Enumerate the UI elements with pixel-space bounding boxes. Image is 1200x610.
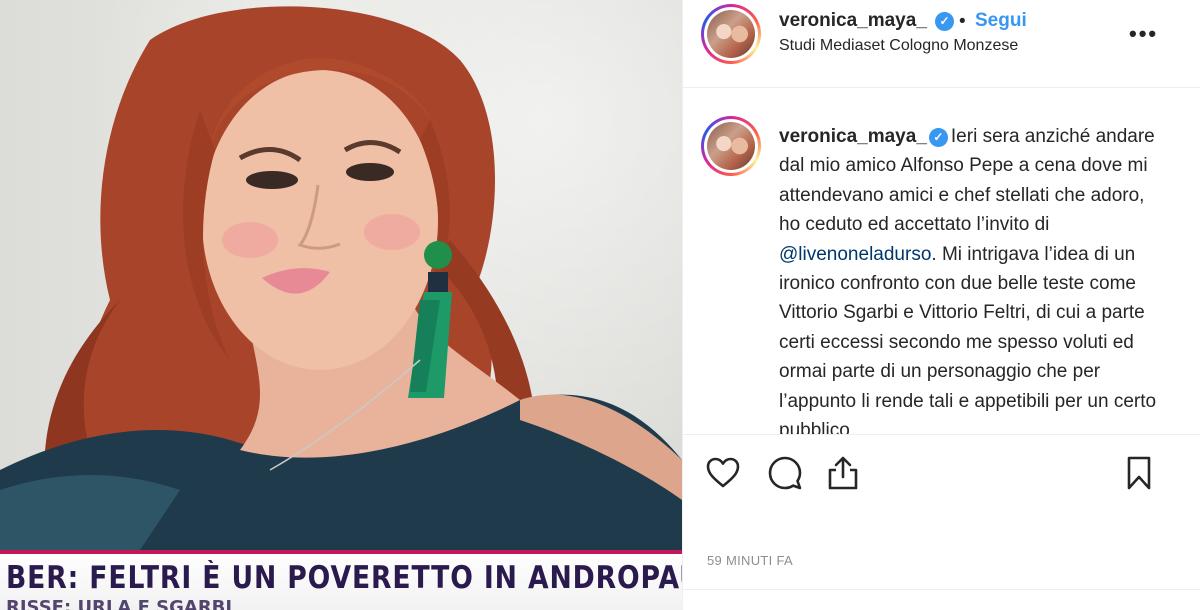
avatar-photo bbox=[707, 122, 755, 170]
tv-news-ticker: BER: FELTRI È UN POVERETTO IN ANDROPAUSA… bbox=[0, 550, 682, 610]
caption-username[interactable]: veronica_maya_ bbox=[779, 126, 927, 147]
follow-button[interactable]: Segui bbox=[975, 10, 1027, 32]
post-caption: veronica_maya_ ✓ Ieri sera anziché andare … bbox=[779, 122, 1163, 434]
post-header: veronica_maya_ ✓ Segui • Studi Mediaset … bbox=[683, 0, 1200, 88]
verified-badge-icon: ✓ bbox=[935, 12, 954, 31]
caption-section: veronica_maya_ ✓ Ieri sera anziché andare … bbox=[683, 88, 1200, 434]
verified-badge-icon: ✓ bbox=[928, 128, 948, 147]
share-icon[interactable] bbox=[825, 455, 861, 491]
caption-mention-link[interactable]: @livenoneladurso bbox=[779, 244, 931, 265]
comment-icon[interactable] bbox=[767, 455, 803, 491]
ticker-accent-bar bbox=[0, 550, 682, 554]
post-timestamp[interactable]: 59 MINUTI FA bbox=[707, 553, 793, 568]
caption-author-avatar[interactable] bbox=[701, 116, 761, 176]
bookmark-icon[interactable] bbox=[1121, 455, 1157, 491]
post-image[interactable]: BER: FELTRI È UN POVERETTO IN ANDROPAUSA… bbox=[0, 0, 682, 610]
more-options-icon[interactable]: ••• bbox=[1129, 23, 1159, 45]
post-actions-section: 59 MINUTI FA bbox=[683, 434, 1200, 610]
woman-portrait-illustration bbox=[0, 6, 682, 550]
divider bbox=[683, 589, 1200, 590]
avatar-photo bbox=[707, 10, 755, 58]
ticker-headline: BER: FELTRI È UN POVERETTO IN ANDROPAUSA bbox=[6, 560, 682, 596]
heart-icon[interactable] bbox=[705, 455, 741, 491]
author-username[interactable]: veronica_maya_ bbox=[779, 10, 927, 32]
caption-text-part2: . Mi intrigava l’idea di un ironico conf… bbox=[779, 243, 1157, 434]
post-side-panel: veronica_maya_ ✓ Segui • Studi Mediaset … bbox=[682, 0, 1200, 610]
author-avatar[interactable] bbox=[701, 4, 761, 64]
post-location[interactable]: Studi Mediaset Cologno Monzese bbox=[779, 37, 1018, 55]
ticker-subline: RISSE: URLA E SGARBI bbox=[6, 597, 233, 610]
header-separator: • bbox=[959, 11, 966, 32]
